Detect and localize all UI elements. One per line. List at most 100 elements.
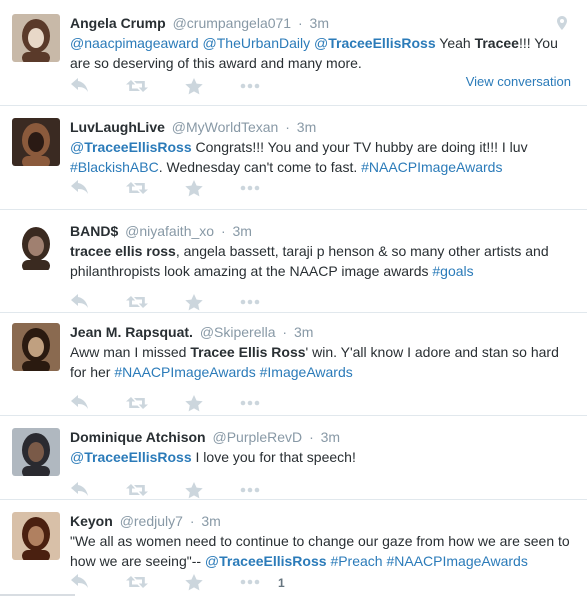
favorite-count[interactable]: 1 (278, 576, 285, 590)
tweet-username[interactable]: @Skiperella (200, 324, 276, 340)
tweet-link[interactable]: #NAACPImageAwards (361, 159, 502, 175)
tweet-timestamp[interactable]: 3m (310, 15, 329, 31)
more-icon[interactable] (240, 180, 262, 200)
more-icon[interactable] (240, 574, 262, 594)
tweet-timestamp[interactable]: 3m (297, 119, 316, 135)
star-icon[interactable] (185, 78, 207, 98)
star-icon[interactable] (185, 180, 207, 200)
tweet-link[interactable]: #goals (432, 263, 473, 279)
tweet-link[interactable]: @ (70, 449, 84, 465)
tweet-timestamp[interactable]: 3m (233, 223, 252, 239)
tweet-item[interactable]: Angela Crump @crumpangela071 · 3m @naacp… (0, 0, 587, 106)
tweet-link[interactable]: #NAACPImageAwards (114, 364, 255, 380)
tweet-text-segment: . Wednesday can't come to fast. (158, 159, 362, 175)
star-icon[interactable] (185, 294, 207, 314)
tweet-link[interactable]: #BlackishABC (70, 159, 159, 175)
retweet-icon[interactable] (126, 482, 148, 502)
tweet-timestamp[interactable]: 3m (321, 429, 340, 445)
retweet-icon[interactable] (126, 395, 148, 415)
separator-dot: · (297, 15, 303, 31)
avatar[interactable] (12, 512, 60, 560)
reply-icon[interactable] (70, 78, 92, 98)
tweet-fullname[interactable]: LuvLaughLive (70, 119, 165, 135)
tweet-item[interactable]: BAND$ @niyafaith_xo · 3m tracee ellis ro… (0, 210, 587, 313)
more-icon[interactable] (240, 294, 262, 314)
tweet-link[interactable]: TraceeEllisRoss (84, 139, 191, 155)
separator-dot: · (220, 223, 226, 239)
tweet-link[interactable]: @TheUrbanDaily (203, 35, 311, 51)
tweet-text-segment: Congrats!!! You and your TV hubby are do… (191, 139, 528, 155)
star-icon[interactable] (185, 395, 207, 415)
avatar[interactable] (12, 118, 60, 166)
tweet-text: Aww man I missed Tracee Ellis Ross' win.… (70, 342, 577, 382)
tweet-fullname[interactable]: Jean M. Rapsquat. (70, 324, 193, 340)
tweet-text: @TraceeEllisRoss I love you for that spe… (70, 447, 577, 467)
avatar-image (12, 14, 60, 62)
reply-icon[interactable] (70, 482, 92, 502)
tweet-link[interactable]: @naacpimageaward (70, 35, 199, 51)
view-conversation-link[interactable]: View conversation (466, 74, 571, 89)
reply-icon[interactable] (70, 294, 92, 314)
retweet-icon[interactable] (126, 78, 148, 98)
avatar[interactable] (12, 428, 60, 476)
tweet-fullname[interactable]: BAND$ (70, 223, 118, 239)
tweet-text: "We all as women need to continue to cha… (70, 531, 577, 571)
separator-dot: · (285, 119, 290, 135)
tweet-timestamp[interactable]: 3m (201, 513, 220, 529)
tweet-link[interactable]: TraceeEllisRoss (219, 553, 326, 569)
star-icon[interactable] (185, 482, 207, 502)
tweet-text-segment: Yeah (435, 35, 475, 51)
tweet-item[interactable]: Keyon @redjuly7 · 3m "We all as women ne… (0, 500, 587, 596)
tweet-link[interactable]: @ (205, 553, 219, 569)
tweet-link[interactable]: #ImageAwards (260, 364, 353, 380)
tweet-fullname[interactable]: Keyon (70, 513, 113, 529)
separator-dot: · (189, 513, 195, 529)
separator-dot: · (282, 324, 288, 340)
more-icon[interactable] (240, 482, 262, 502)
separator-dot: · (309, 429, 314, 445)
avatar[interactable] (12, 323, 60, 371)
avatar[interactable] (12, 14, 60, 62)
tweet-text: @TraceeEllisRoss Congrats!!! You and you… (70, 137, 577, 177)
tweet-item[interactable]: LuvLaughLive @MyWorldTexan · 3m @TraceeE… (0, 106, 587, 210)
tweet-link[interactable]: @ (70, 139, 84, 155)
tweet-link[interactable]: TraceeEllisRoss (84, 449, 191, 465)
tweet-username[interactable]: @niyafaith_xo (125, 223, 214, 239)
reply-icon[interactable] (70, 574, 92, 594)
retweet-icon[interactable] (126, 294, 148, 314)
tweet-link[interactable]: @ (314, 35, 328, 51)
tweet-text-segment: I love you for that speech! (191, 449, 356, 465)
tweet-text-highlight: Tracee Ellis Ross (190, 344, 306, 360)
retweet-icon[interactable] (126, 180, 148, 200)
tweet-timestamp[interactable]: 3m (294, 324, 313, 340)
avatar[interactable] (12, 222, 60, 270)
tweet-link[interactable]: TraceeEllisRoss (328, 35, 435, 51)
tweet-username[interactable]: @MyWorldTexan (172, 119, 279, 135)
tweet-username[interactable]: @redjuly7 (120, 513, 183, 529)
tweet-link[interactable]: #NAACPImageAwards (386, 553, 527, 569)
tweet-fullname[interactable]: Dominique Atchison (70, 429, 206, 445)
map-pin-icon[interactable] (557, 16, 567, 33)
tweet-fullname[interactable]: Angela Crump (70, 15, 166, 31)
reply-icon[interactable] (70, 180, 92, 200)
tweet-text-highlight: Tracee (474, 35, 519, 51)
star-icon[interactable] (185, 574, 207, 594)
more-icon[interactable] (240, 78, 262, 98)
tweet-item[interactable]: Jean M. Rapsquat. @Skiperella · 3m Aww m… (0, 313, 587, 416)
avatar-image (12, 118, 60, 166)
tweet-link[interactable]: #Preach (330, 553, 382, 569)
tweet-text: @naacpimageaward @TheUrbanDaily @TraceeE… (70, 33, 577, 73)
tweet-username[interactable]: @crumpangela071 (173, 15, 292, 31)
retweet-icon[interactable] (126, 574, 148, 594)
tweet-text: tracee ellis ross, angela bassett, taraj… (70, 241, 577, 281)
tweet-text-highlight: tracee ellis ross (70, 243, 176, 259)
avatar-image (12, 512, 60, 560)
tweet-item[interactable]: Dominique Atchison @PurpleRevD · 3m @Tra… (0, 416, 587, 500)
avatar-image (12, 428, 60, 476)
avatar-image (12, 222, 60, 270)
reply-icon[interactable] (70, 395, 92, 415)
avatar-image (12, 323, 60, 371)
tweet-username[interactable]: @PurpleRevD (212, 429, 302, 445)
more-icon[interactable] (240, 395, 262, 415)
tweet-text-segment: Aww man I missed (70, 344, 191, 360)
